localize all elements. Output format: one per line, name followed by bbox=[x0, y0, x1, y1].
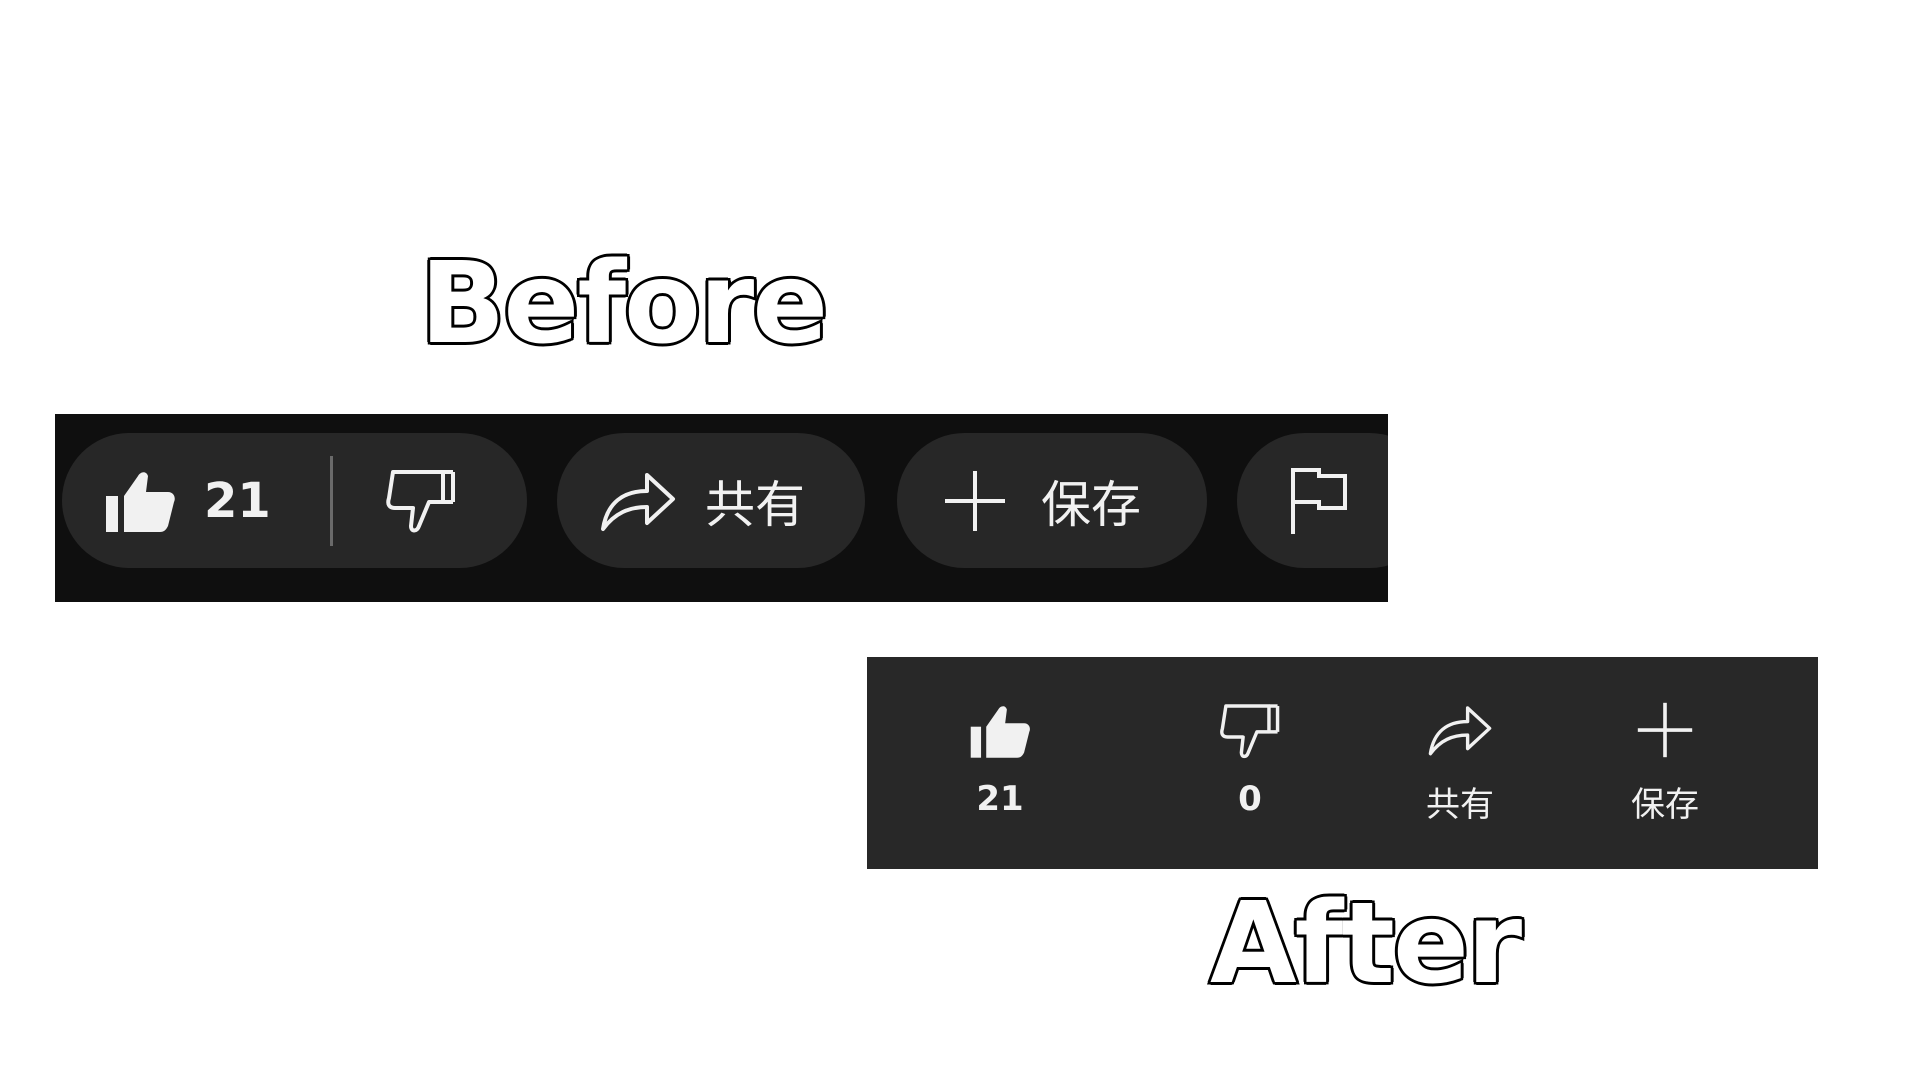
save-label: 保存 bbox=[1041, 475, 1141, 534]
after-heading: After bbox=[1207, 879, 1524, 1009]
thumbs-up-filled-icon bbox=[970, 706, 1030, 758]
dislike-button[interactable]: 0 bbox=[1175, 657, 1325, 869]
like-button[interactable]: 21 bbox=[925, 657, 1075, 869]
thumbs-up-filled-icon bbox=[106, 471, 175, 532]
save-label: 保存 bbox=[1631, 785, 1699, 825]
flag-icon bbox=[1291, 467, 1347, 534]
save-button[interactable]: 保存 bbox=[1590, 657, 1740, 869]
share-arrow-icon bbox=[601, 472, 675, 531]
before-toolbar: 21 共有 保存 bbox=[55, 414, 1388, 602]
before-heading: Before bbox=[417, 239, 830, 369]
after-toolbar: 21 0 共有 保存 bbox=[867, 657, 1818, 869]
dislike-button[interactable] bbox=[333, 433, 527, 568]
dislike-count: 0 bbox=[1238, 779, 1262, 819]
report-button[interactable] bbox=[1237, 433, 1388, 568]
like-count: 21 bbox=[976, 779, 1024, 819]
plus-icon bbox=[1637, 702, 1693, 758]
comparison-stage: Before 21 共有 保存 21 0 共有 保存 After bbox=[0, 0, 1920, 1080]
like-button[interactable]: 21 bbox=[62, 433, 330, 568]
plus-icon bbox=[945, 470, 1005, 531]
share-button[interactable]: 共有 bbox=[1385, 657, 1535, 869]
share-label: 共有 bbox=[705, 475, 805, 534]
like-dislike-pill: 21 bbox=[62, 433, 527, 568]
share-arrow-icon bbox=[1428, 706, 1492, 756]
save-button[interactable]: 保存 bbox=[897, 433, 1207, 568]
share-label: 共有 bbox=[1426, 785, 1494, 825]
like-count: 21 bbox=[204, 472, 271, 529]
thumbs-down-outline-icon bbox=[386, 469, 455, 532]
thumbs-down-outline-icon bbox=[1220, 704, 1280, 759]
share-button[interactable]: 共有 bbox=[557, 433, 865, 568]
